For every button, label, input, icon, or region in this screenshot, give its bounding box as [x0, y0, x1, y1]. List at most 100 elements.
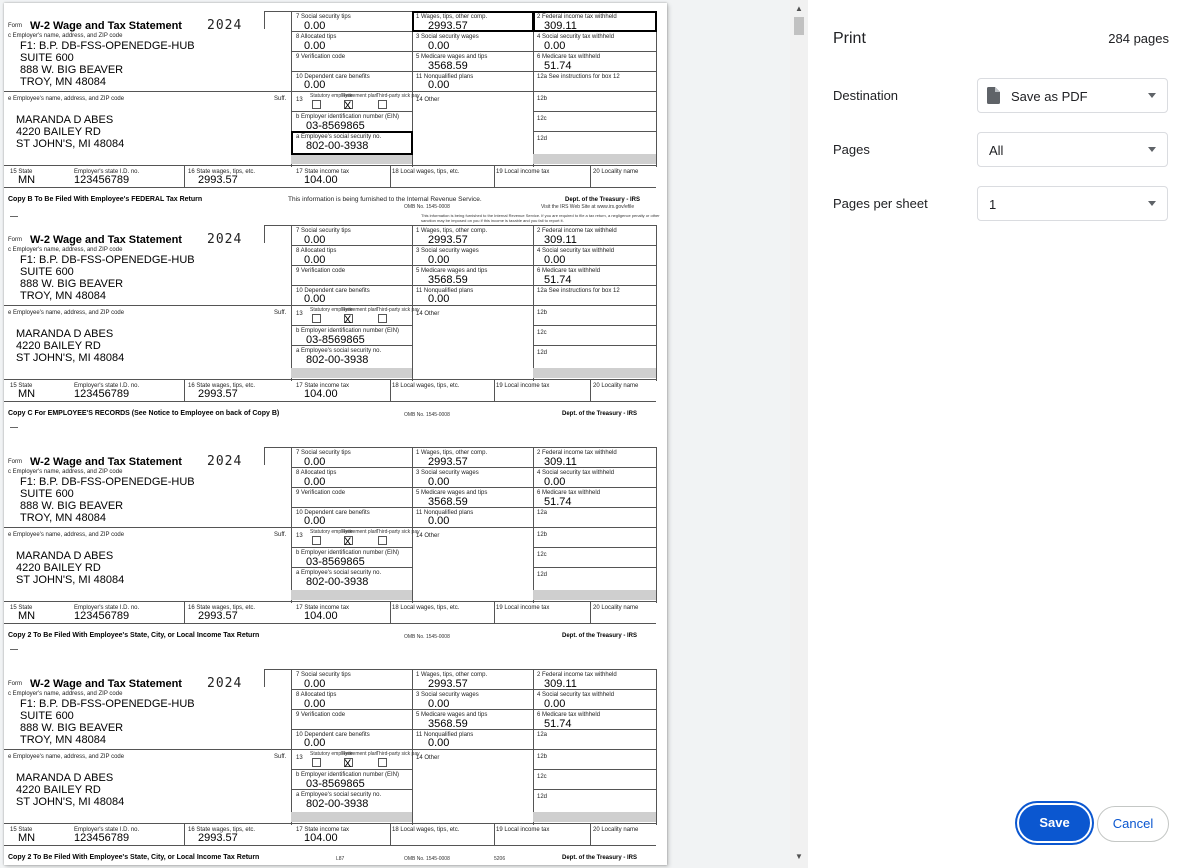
- form-year: 2024: [207, 232, 243, 247]
- grid-line: [533, 789, 656, 790]
- box16-value: 2993.57: [198, 610, 238, 622]
- box1-value: 2993.57: [428, 456, 468, 468]
- state-id-value: 123456789: [74, 610, 130, 622]
- box11-value: 0.00: [428, 515, 450, 527]
- box12d-label: 12d: [537, 136, 548, 142]
- form-word: Form: [8, 681, 22, 687]
- scrollbar-thumb[interactable]: [794, 17, 804, 35]
- print-settings-panel: Print 284 pages Destination Save as PDF …: [808, 0, 1195, 868]
- grid-line: [291, 669, 292, 825]
- preview-scrollbar[interactable]: ▲ ▼: [790, 0, 808, 868]
- suff-label: Suff.: [274, 754, 287, 760]
- employee-label: e Employee's name, address, and ZIP code: [8, 532, 125, 538]
- grid-line: [590, 601, 591, 623]
- grid-line: [291, 285, 656, 286]
- print-title: Print: [833, 30, 866, 47]
- employer-address-2: 888 W. BIG BEAVER: [20, 500, 124, 512]
- box3-value: 0.00: [428, 254, 450, 266]
- third-party-label: Third-party sick pay: [376, 751, 420, 757]
- employee-name: MARANDA D ABES: [16, 550, 114, 562]
- cut-mark: [10, 649, 18, 650]
- destination-label: Destination: [833, 88, 899, 103]
- grid-line: [533, 669, 534, 825]
- statutory-checkbox: [312, 100, 321, 109]
- box5-value: 3568.59: [428, 496, 468, 508]
- shaded-area: [533, 812, 656, 822]
- box5-value: 3568.59: [428, 60, 468, 72]
- omb-number: OMB No. 1545-0008: [404, 412, 450, 418]
- save-button[interactable]: Save: [1019, 805, 1090, 841]
- suff-label: Suff.: [274, 532, 287, 538]
- grid-line: [264, 669, 265, 687]
- box19-label: 19 Local income tax: [496, 169, 550, 175]
- box13-label: 13: [296, 533, 303, 539]
- box5-value: 3568.59: [428, 274, 468, 286]
- grid-line: [533, 547, 656, 548]
- grid-line: [291, 325, 412, 326]
- box1-value: 2993.57: [428, 20, 468, 32]
- form-title: W-2 Wage and Tax Statement: [30, 678, 182, 690]
- box8-value: 0.00: [304, 254, 326, 266]
- employee-label: e Employee's name, address, and ZIP code: [8, 96, 125, 102]
- box11-value: 0.00: [428, 293, 450, 305]
- grid-line: [291, 689, 656, 690]
- form-word: Form: [8, 23, 22, 29]
- grid-line: [264, 447, 265, 465]
- pages-select[interactable]: All: [977, 132, 1168, 167]
- box12a-label: 12a See instructions for box 12: [537, 74, 620, 80]
- employer-address-2: 888 W. BIG BEAVER: [20, 722, 124, 734]
- retirement-label: Retirement plan: [342, 529, 378, 535]
- box17-value: 104.00: [304, 388, 338, 400]
- box9-label: 9 Verification code: [296, 712, 346, 718]
- form-title: W-2 Wage and Tax Statement: [30, 20, 182, 32]
- box18-label: 18 Local wages, tips, etc.: [392, 169, 460, 175]
- ein-value: 03-8569865: [306, 778, 365, 790]
- grid-line: [412, 447, 413, 603]
- form-year: 2024: [207, 454, 243, 469]
- box19-label: 19 Local income tax: [496, 605, 550, 611]
- grid-line: [4, 623, 656, 624]
- box14-label: 14 Other: [416, 755, 440, 761]
- print-preview-pane[interactable]: Form W-2 Wage and Tax Statement 2024 c Empl…: [0, 0, 790, 868]
- box2-value: 309.11: [544, 20, 577, 32]
- grid-line: [533, 447, 534, 603]
- destination-select[interactable]: Save as PDF: [977, 78, 1168, 113]
- box12c-label: 12c: [537, 774, 547, 780]
- form-title: W-2 Wage and Tax Statement: [30, 234, 182, 246]
- scroll-up-arrow-icon[interactable]: ▲: [790, 2, 808, 16]
- state-value: MN: [18, 174, 36, 186]
- grid-line: [4, 601, 656, 602]
- box19-label: 19 Local income tax: [496, 383, 550, 389]
- employee-address-1: 4220 BAILEY RD: [16, 784, 101, 796]
- box5-value: 3568.59: [428, 718, 468, 730]
- chevron-down-icon: [1148, 93, 1156, 98]
- box12c-label: 12c: [537, 330, 547, 336]
- grid-line: [494, 823, 495, 845]
- employee-address-2: ST JOHN'S, MI 48084: [16, 574, 125, 586]
- box13-label: 13: [296, 97, 303, 103]
- state-value: MN: [18, 610, 36, 622]
- omb-number: OMB No. 1545-0008: [404, 856, 450, 862]
- pages-per-sheet-value: 1: [989, 197, 997, 212]
- omb-number: OMB No. 1545-0008: [404, 204, 450, 210]
- box12c-label: 12c: [537, 552, 547, 558]
- cancel-button[interactable]: Cancel: [1097, 806, 1169, 842]
- box12b-label: 12b: [537, 532, 548, 538]
- retirement-mark: X: [344, 758, 352, 770]
- retirement-label: Retirement plan: [342, 751, 378, 757]
- scroll-down-arrow-icon[interactable]: ▼: [790, 850, 808, 864]
- employee-address-2: ST JOHN'S, MI 48084: [16, 138, 125, 150]
- pages-per-sheet-select[interactable]: 1: [977, 186, 1168, 221]
- employer-address-3: TROY, MN 48084: [20, 512, 107, 524]
- grid-line: [184, 379, 185, 401]
- w2-form-copy: Form W-2 Wage and Tax Statement 2024 c Empl…: [4, 225, 667, 439]
- ein-value: 03-8569865: [306, 120, 365, 132]
- box18-label: 18 Local wages, tips, etc.: [392, 383, 460, 389]
- box7-value: 0.00: [304, 456, 326, 468]
- box12d-label: 12d: [537, 572, 548, 578]
- chevron-down-icon: [1148, 201, 1156, 206]
- state-value: MN: [18, 388, 36, 400]
- grid-line: [4, 527, 656, 528]
- third-party-label: Third-party sick pay: [376, 529, 420, 535]
- penalty-notice: This information is being furnished to t…: [421, 213, 660, 223]
